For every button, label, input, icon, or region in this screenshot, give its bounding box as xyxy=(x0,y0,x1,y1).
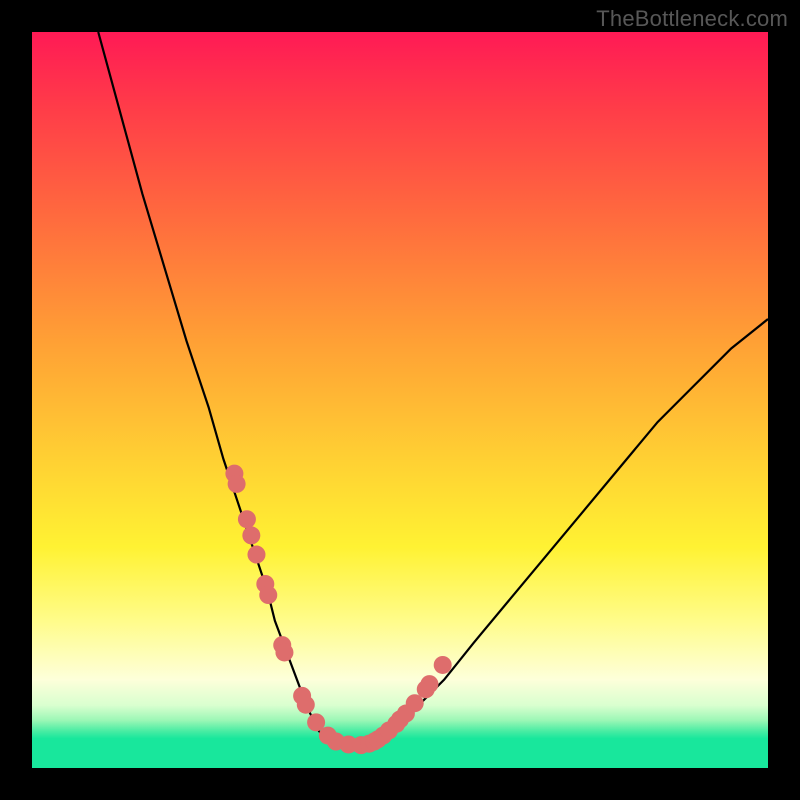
chart-frame: TheBottleneck.com xyxy=(0,0,800,800)
curve-line xyxy=(98,32,768,746)
data-marker xyxy=(297,696,315,714)
data-marker xyxy=(238,510,256,528)
data-marker xyxy=(228,475,246,493)
data-marker xyxy=(420,675,438,693)
data-marker xyxy=(259,586,277,604)
data-marker xyxy=(242,526,260,544)
chart-svg-layer xyxy=(32,32,768,768)
data-marker xyxy=(247,546,265,564)
data-marker xyxy=(406,694,424,712)
data-marker xyxy=(275,643,293,661)
data-markers xyxy=(225,465,451,755)
watermark-text: TheBottleneck.com xyxy=(596,6,788,32)
data-marker xyxy=(434,656,452,674)
plot-area xyxy=(32,32,768,768)
